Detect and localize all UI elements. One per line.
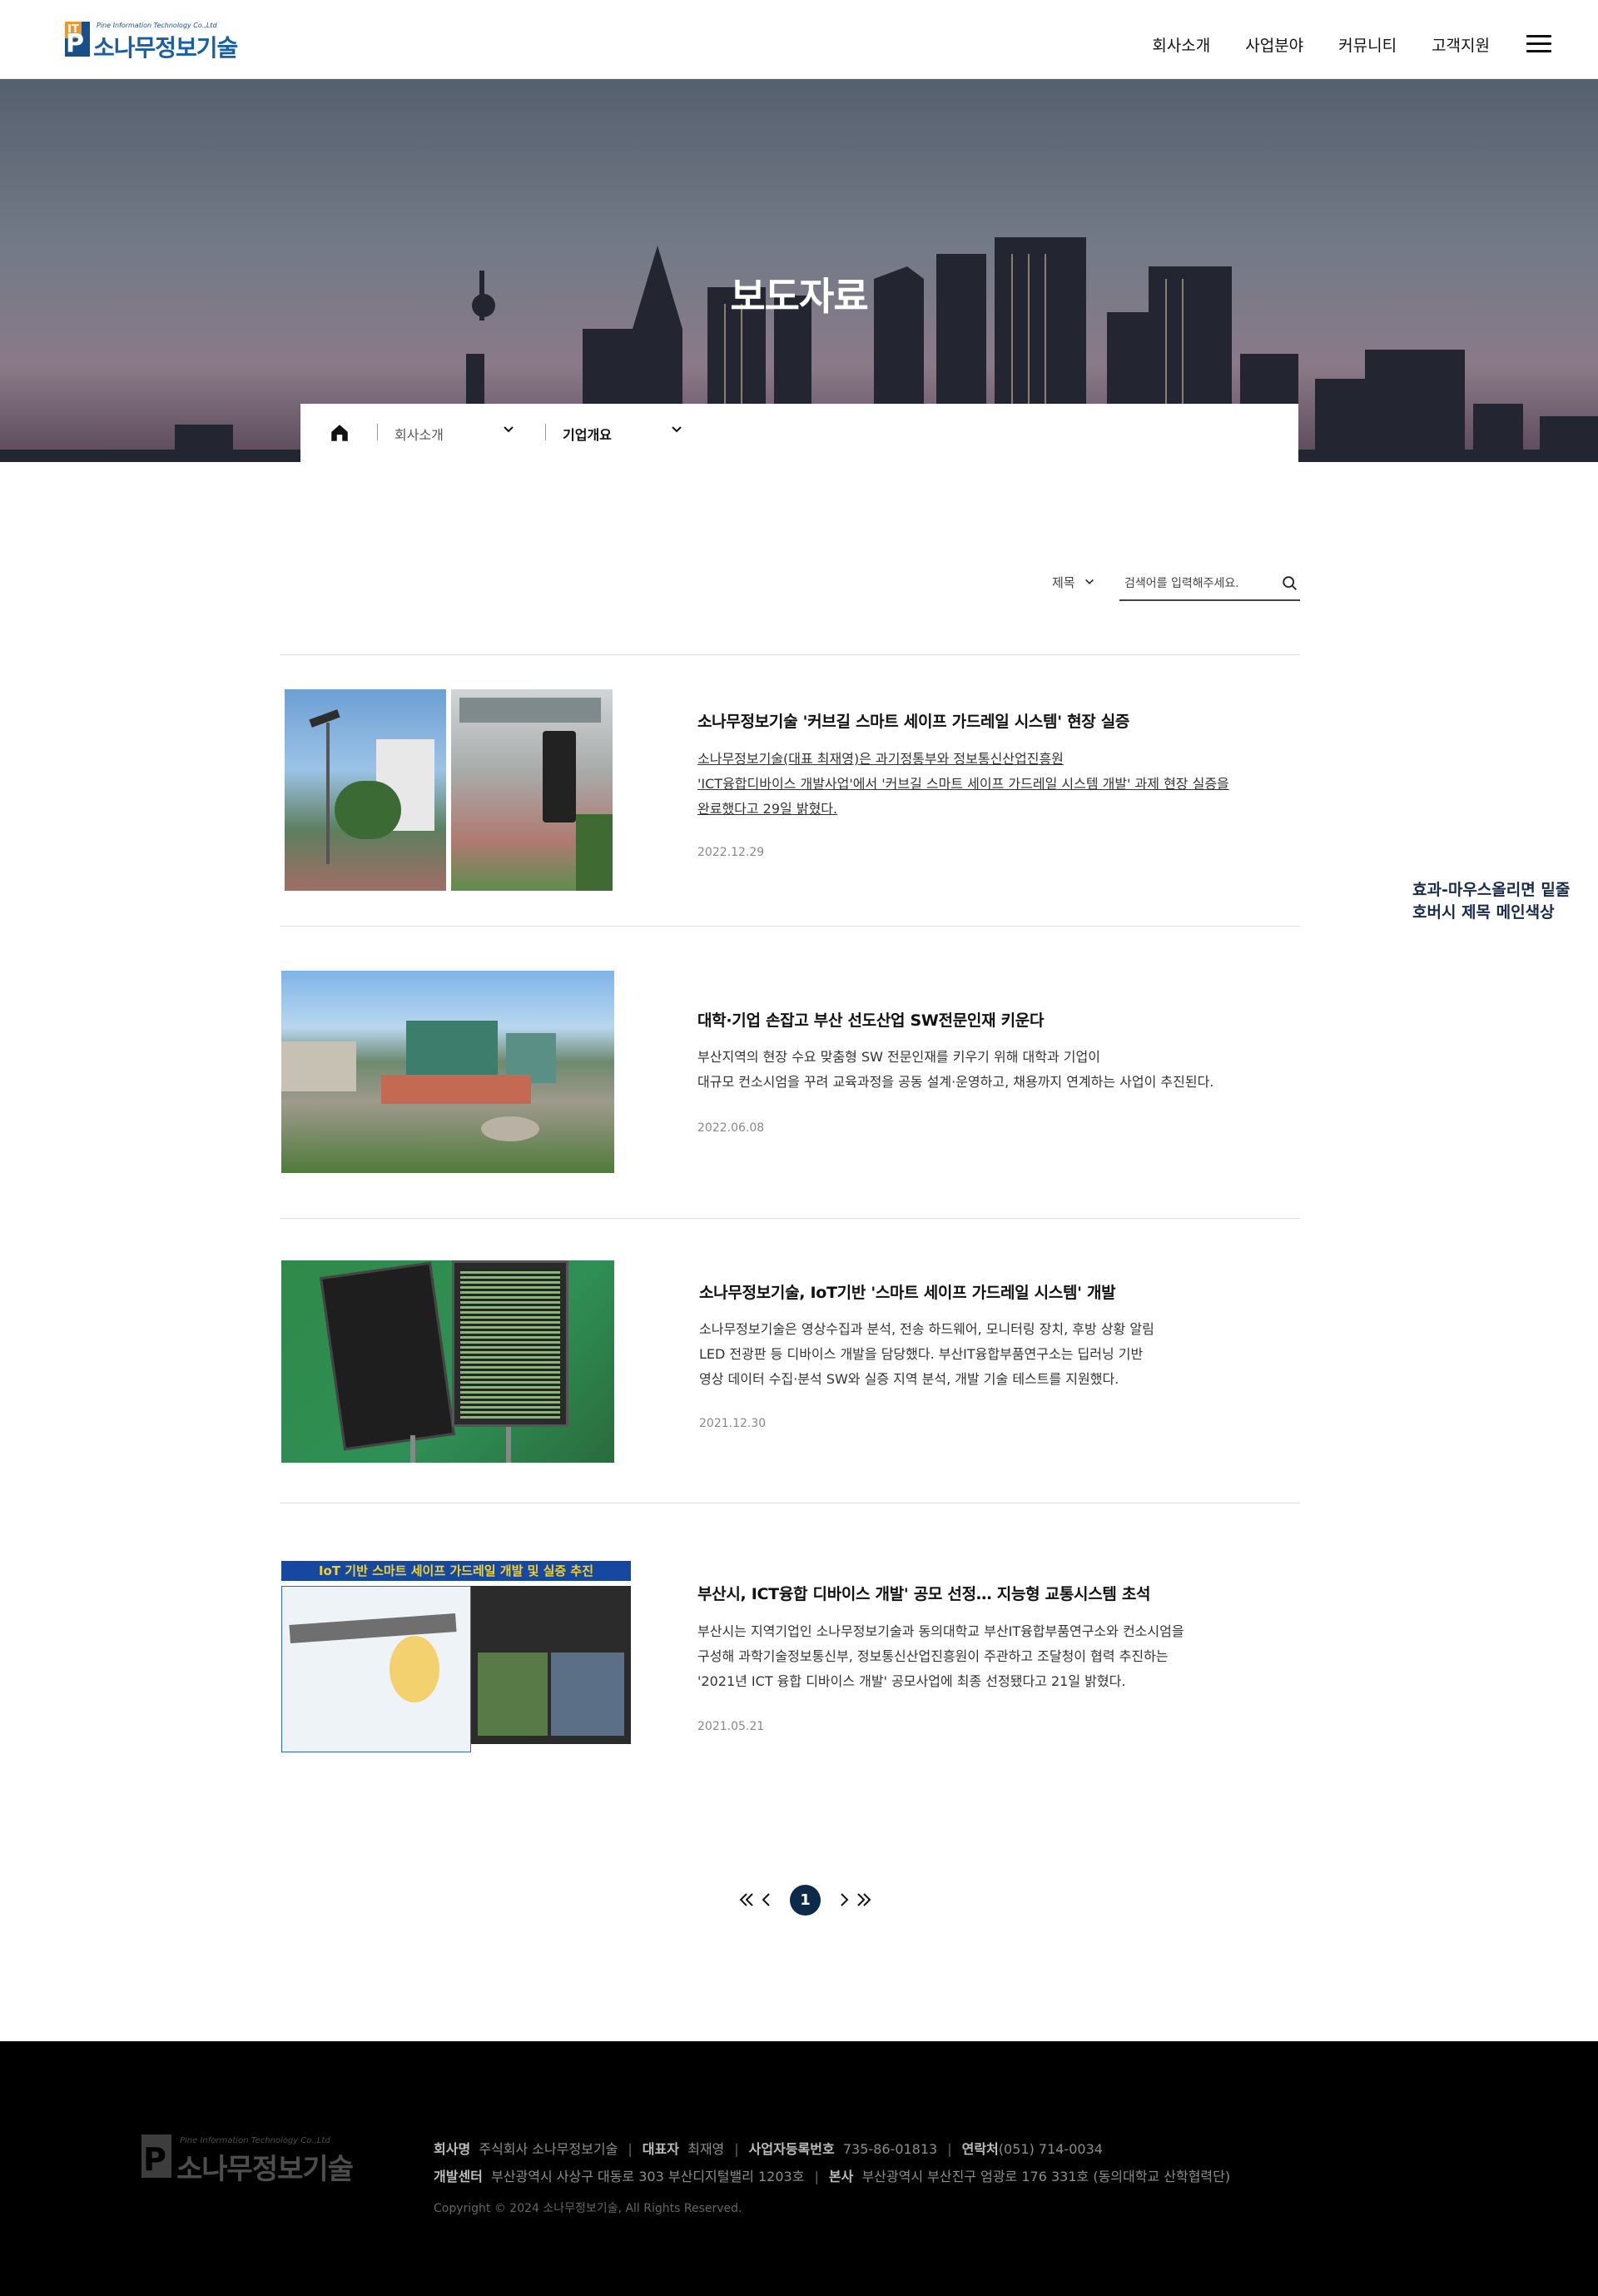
post-description[interactable]: 부산지역의 현장 수요 맞춤형 SW 전문인재를 키우기 위해 대학과 기업이 … (697, 1045, 1213, 1095)
site-logo[interactable]: IT P Pine Information Technology Co.,Ltd… (65, 22, 240, 62)
post-description[interactable]: 소나무정보기술은 영상수집과 분석, 전송 하드웨어, 모니터링 장치, 후방 … (699, 1317, 1154, 1392)
nav-item-company[interactable]: 회사소개 (1152, 33, 1210, 56)
pagination: 1 (737, 1883, 874, 1916)
post-title[interactable]: 소나무정보기술, IoT기반 '스마트 세이프 가드레일 시스템' 개발 (699, 1280, 1116, 1303)
search-field-select[interactable]: 제목 (1052, 574, 1094, 591)
footer-address-info: 개발센터 부산광역시 사상구 대동로 303 부산디지털밸리 1203호 | 본사 … (434, 2169, 1231, 2184)
breadcrumb-level1[interactable]: 회사소개 (395, 424, 444, 444)
nav-item-business[interactable]: 사업분야 (1245, 33, 1303, 56)
post-date: 2022.06.08 (697, 1121, 765, 1135)
logo-mark-icon: IT P (65, 22, 90, 57)
post-description[interactable]: 소나무정보기술(대표 최재영)은 과기정통부와 정보통신산업진흥원 'ICT융합… (697, 747, 1229, 822)
thumbnail-caption: IoT 기반 스마트 세이프 가드레일 개발 및 실증 추진 (281, 1561, 631, 1581)
post-date: 2022.12.29 (697, 846, 765, 859)
list-item[interactable]: 소나무정보기술, IoT기반 '스마트 세이프 가드레일 시스템' 개발 소나무… (280, 1218, 1300, 1503)
footer-company-info: 회사명 주식회사 소나무정보기술 | 대표자 최재영 | 사업자등록번호 735-86-… (434, 2141, 1103, 2157)
list-item[interactable]: IoT 기반 스마트 세이프 가드레일 개발 및 실증 추진 부산시, ICT융… (280, 1503, 1300, 1802)
logo-korean-name: 소나무정보기술 (93, 34, 238, 62)
logo-mark-icon: P (141, 2134, 171, 2178)
site-header: IT P Pine Information Technology Co.,Ltd… (0, 0, 1598, 79)
post-thumbnail[interactable] (451, 689, 613, 891)
hover-effect-note: 효과-마우스올리면 밑줄 호버시 제목 메인색상 (1412, 881, 1571, 922)
first-page-icon[interactable] (737, 1890, 757, 1910)
menu-icon[interactable] (1526, 35, 1551, 55)
main-nav: 회사소개 사업분야 커뮤니티 고객지원 (1152, 33, 1490, 56)
post-date: 2021.12.30 (699, 1417, 767, 1430)
last-page-icon[interactable] (854, 1890, 874, 1910)
home-icon[interactable] (329, 422, 350, 444)
chevron-down-icon[interactable] (502, 423, 515, 436)
list-item[interactable]: 대학·기업 손잡고 부산 선도산업 SW전문인재 키운다 부산지역의 현장 수요… (280, 926, 1300, 1218)
search-icon[interactable] (1281, 574, 1299, 593)
nav-item-community[interactable]: 커뮤니티 (1338, 33, 1397, 56)
post-title[interactable]: 부산시, ICT융합 디바이스 개발' 공모 선정… 지능형 교통시스템 초석 (697, 1582, 1151, 1604)
chevron-down-icon (1085, 579, 1094, 584)
next-page-icon[interactable] (834, 1890, 854, 1910)
post-title[interactable]: 소나무정보기술 '커브길 스마트 세이프 가드레일 시스템' 현장 실증 (697, 709, 1129, 732)
search-input[interactable] (1119, 568, 1300, 601)
prev-page-icon[interactable] (757, 1890, 777, 1910)
post-thumbnail[interactable] (281, 971, 614, 1173)
breadcrumb-separator (377, 424, 378, 440)
page-number-current[interactable]: 1 (790, 1884, 821, 1916)
breadcrumb-level2[interactable]: 기업개요 (563, 424, 612, 444)
nav-item-support[interactable]: 고객지원 (1432, 33, 1490, 56)
footer-logo[interactable]: P Pine Information Technology Co.,Ltd 소나… (141, 2134, 358, 2186)
post-thumbnail[interactable] (281, 1260, 614, 1463)
chevron-down-icon[interactable] (670, 423, 683, 436)
logo-english-name: Pine Information Technology Co.,Ltd (97, 22, 217, 29)
list-item[interactable]: 소나무정보기술 '커브길 스마트 세이프 가드레일 시스템' 현장 실증 소나무… (280, 654, 1300, 926)
post-title[interactable]: 대학·기업 손잡고 부산 선도산업 SW전문인재 키운다 (697, 1008, 1044, 1031)
post-description[interactable]: 부산시는 지역기업인 소나무정보기술과 동의대학교 부산IT융합부품연구소와 컨… (697, 1619, 1184, 1694)
page-title: 보도자료 (730, 274, 868, 319)
breadcrumb: 회사소개 기업개요 (300, 404, 1298, 462)
post-thumbnail[interactable]: IoT 기반 스마트 세이프 가드레일 개발 및 실증 추진 (281, 1561, 631, 1767)
breadcrumb-separator (545, 424, 546, 440)
post-thumbnail[interactable] (285, 689, 446, 891)
post-date: 2021.05.21 (697, 1720, 765, 1733)
footer-copyright: Copyright © 2024 소나무정보기술, All Rights Res… (434, 2202, 742, 2215)
